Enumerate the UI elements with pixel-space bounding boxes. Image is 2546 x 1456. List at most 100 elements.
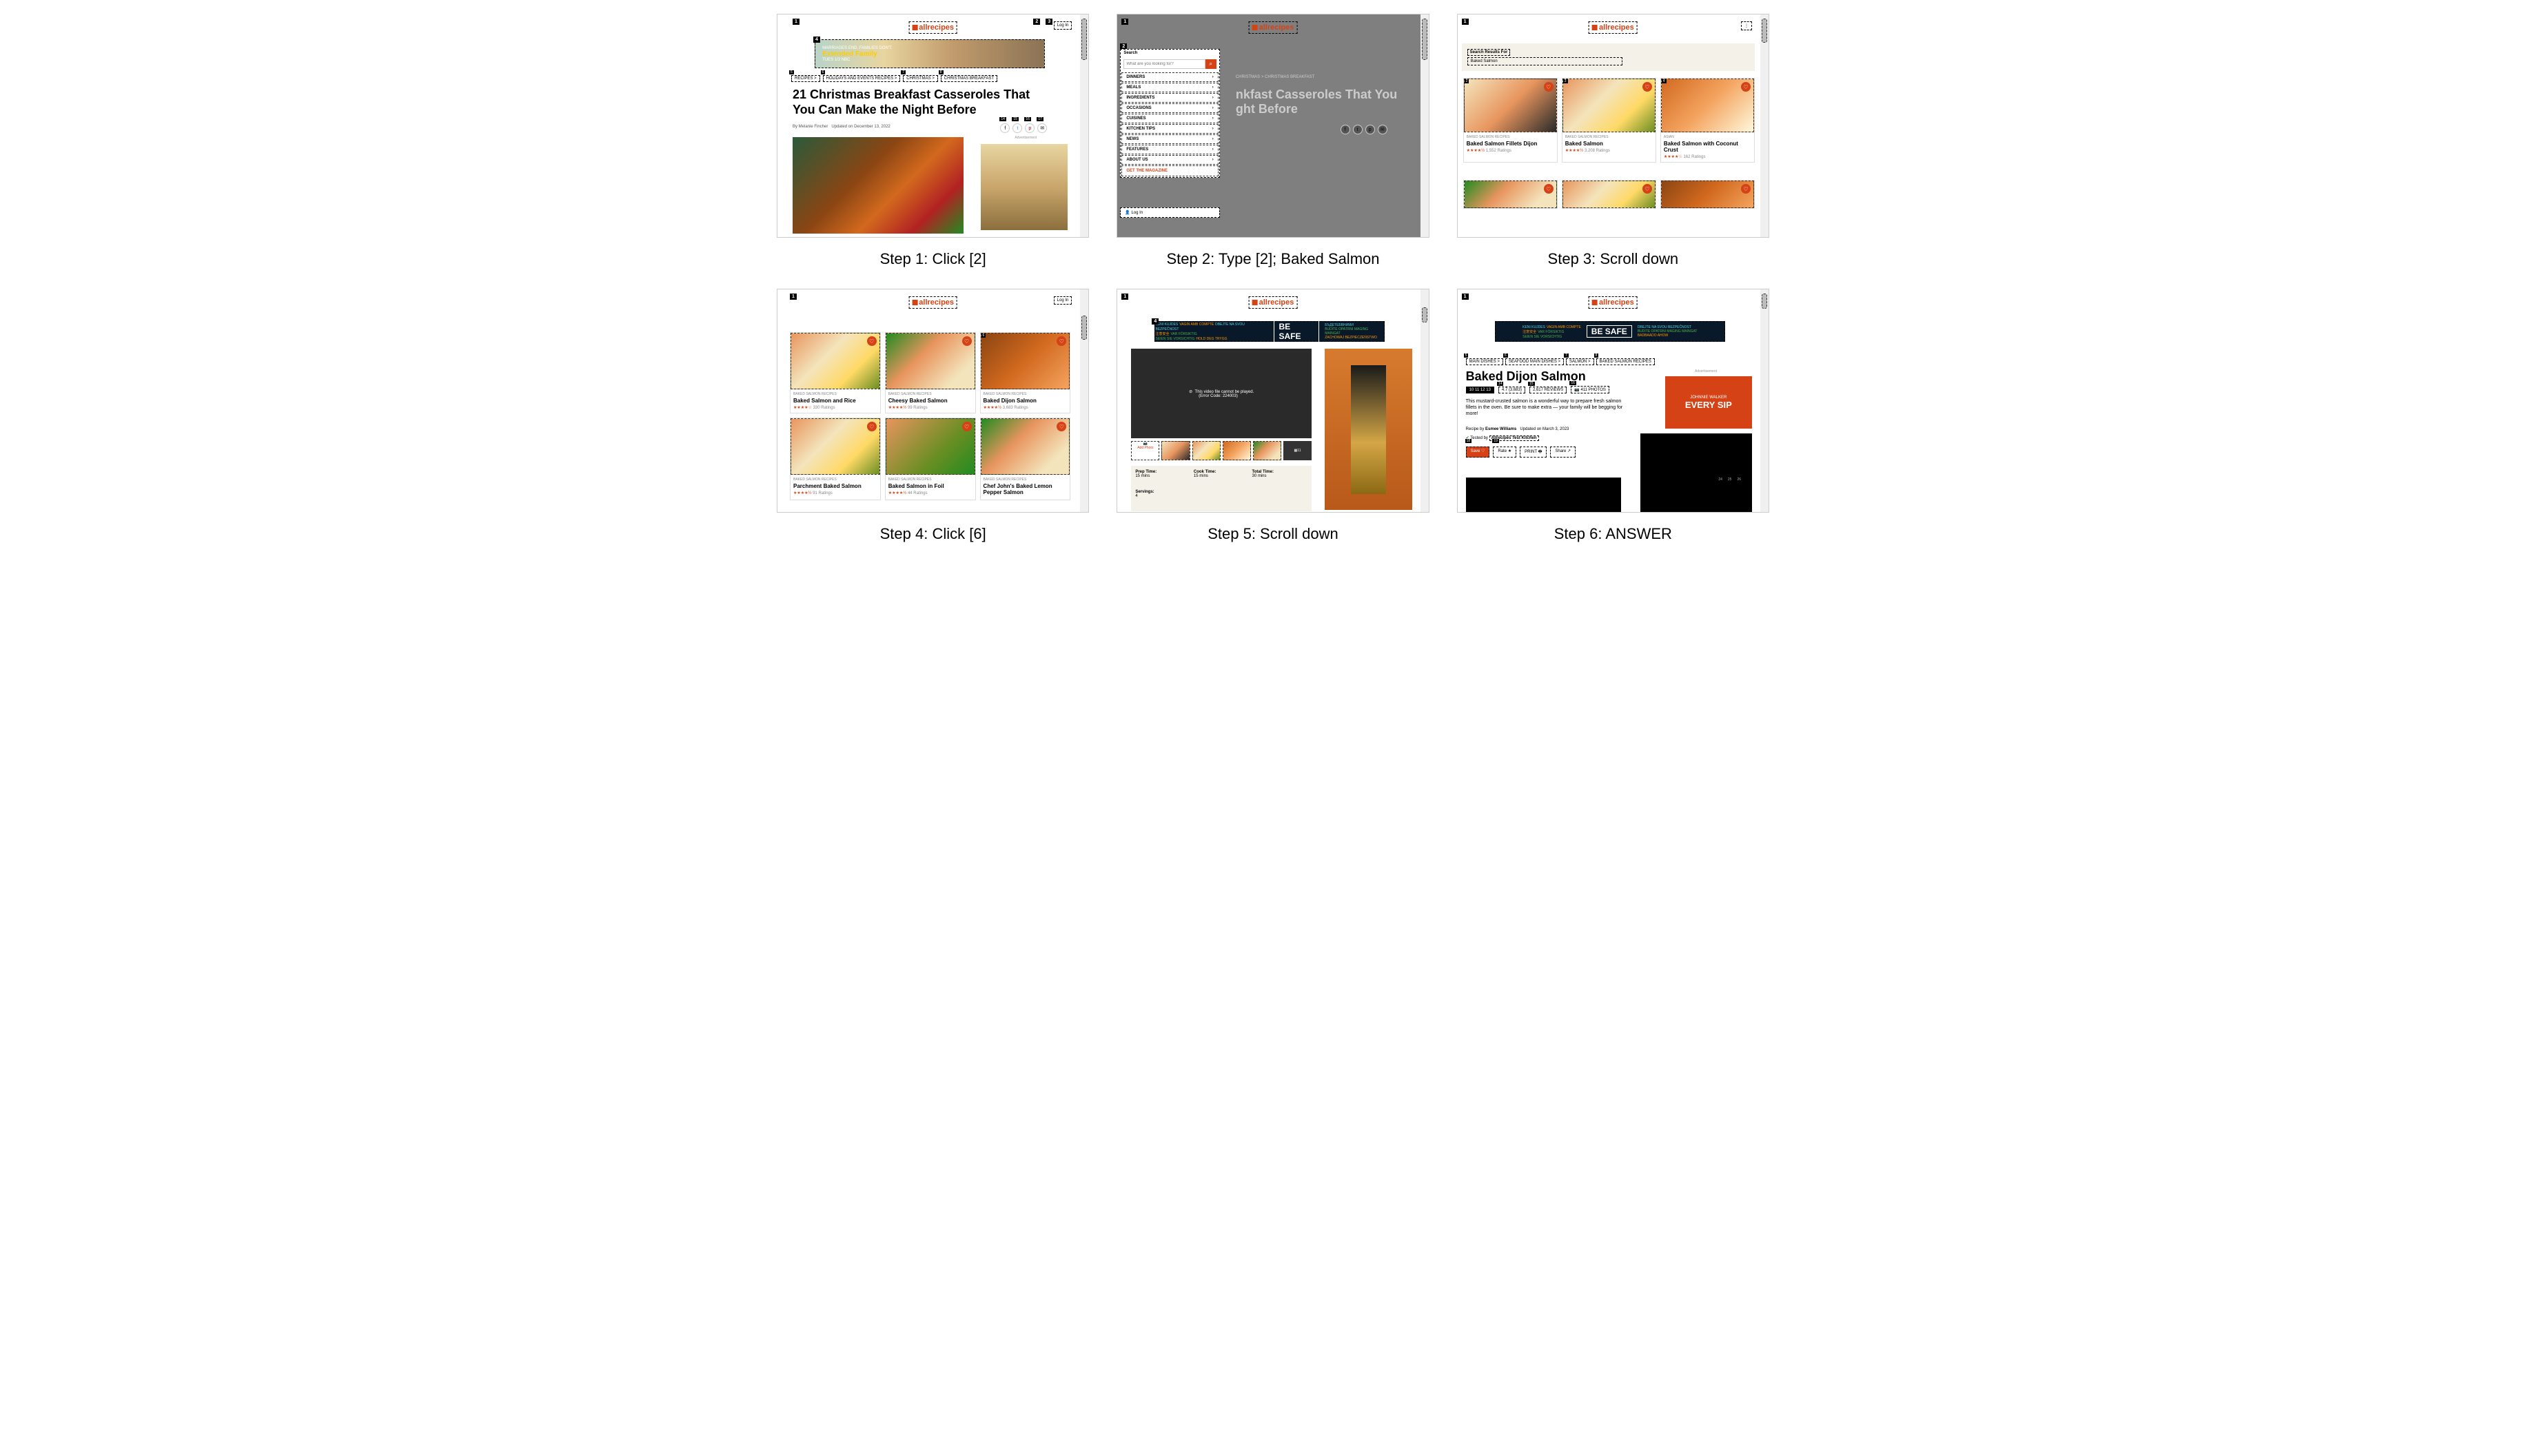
recipe-card[interactable]: 6♡BAKED SALMON RECIPESBaked Dijon Salmon…: [980, 332, 1071, 413]
card-partial[interactable]: ♡: [1562, 180, 1656, 209]
jw-ad[interactable]: [1325, 349, 1412, 510]
heart-icon[interactable]: ♡: [1057, 422, 1066, 431]
tag-1: 1: [790, 294, 797, 300]
crumb-holidays[interactable]: 6HOLIDAYS AND EVENTS RECIPES >: [823, 75, 901, 82]
heart-icon[interactable]: ♡: [1544, 184, 1554, 194]
recipe-card[interactable]: ♡BAKED SALMON RECIPESBaked Salmon in Foi…: [885, 418, 976, 500]
results-row2: ♡ ♡ ♡: [1463, 180, 1755, 209]
steps-grid: 1 allrecipes 2 Log In 3 MARRIAGES END. F…: [777, 14, 1769, 543]
allrecipes-logo[interactable]: allrecipes: [1249, 21, 1298, 34]
thumb-count[interactable]: ▦ 11: [1283, 441, 1312, 460]
heart-icon[interactable]: ♡: [867, 422, 877, 431]
tag-1: 1: [1121, 19, 1128, 25]
recipe-card[interactable]: 3♡BAKED SALMON RECIPESBaked Salmon★★★★½ …: [1562, 78, 1656, 163]
menu-item-ingredients[interactable]: INGREDIENTS›: [1121, 93, 1218, 103]
share-pin[interactable]: 16p: [1025, 123, 1035, 133]
menu-cta[interactable]: GET THE MAGAZINE: [1121, 165, 1218, 176]
heart-icon[interactable]: ♡: [1057, 336, 1066, 346]
reviews-count[interactable]: 152,617 REVIEWS: [1529, 387, 1567, 393]
crumb-main[interactable]: 5MAIN DISHES >: [1466, 358, 1503, 365]
safe-banner[interactable]: KENI KUJDES VAGIN AMB COMPTE DBEJTE NA S…: [1154, 321, 1385, 342]
allrecipes-logo[interactable]: allrecipes: [1589, 21, 1638, 34]
step-1-panel: 1 allrecipes 2 Log In 3 MARRIAGES END. F…: [777, 14, 1089, 238]
scrollbar[interactable]: [1420, 14, 1429, 237]
search-input[interactable]: [1123, 59, 1205, 69]
scrollbar[interactable]: [1760, 14, 1769, 237]
recipe-card[interactable]: ♡BAKED SALMON RECIPESChef John's Baked L…: [980, 418, 1071, 500]
thumb[interactable]: [1161, 441, 1190, 460]
heart-icon[interactable]: ♡: [962, 336, 972, 346]
tag-2: 2: [1033, 19, 1040, 25]
stars-box[interactable]: 10 11 12 13: [1466, 387, 1494, 393]
safe-banner[interactable]: KENI KUJDES VAGIN AMB COMPTE 注意安全 VAR FÖ…: [1495, 321, 1725, 342]
menu-item-about-us[interactable]: ABOUT US›: [1121, 155, 1218, 165]
heart-icon[interactable]: ♡: [962, 422, 972, 431]
login-box[interactable]: 👤 Log In: [1120, 207, 1219, 218]
tag-4: 4: [1152, 318, 1159, 325]
ad-line1: MARRIAGES END. FAMILIES DON'T.: [822, 46, 893, 50]
save-button[interactable]: 18Save ♡: [1466, 447, 1490, 458]
tag-1: 1: [1462, 19, 1469, 25]
crumb-baked[interactable]: 8BAKED SALMON RECIPES: [1596, 358, 1655, 365]
print-button[interactable]: PRINT 🖶: [1520, 447, 1547, 458]
allrecipes-logo[interactable]: allrecipes: [908, 21, 957, 34]
add-photo-button[interactable]: 📷Add Photo: [1131, 441, 1159, 460]
step-5-caption: Step 5: Scroll down: [1208, 525, 1338, 543]
menu-item-meals[interactable]: MEALS›: [1121, 83, 1218, 92]
step-4-panel: 1 allrecipes Log In ♡BAKED SALMON RECIPE…: [777, 289, 1089, 513]
heart-icon[interactable]: ♡: [1741, 82, 1751, 92]
thumb[interactable]: [1253, 441, 1281, 460]
login-button[interactable]: ⋮: [1741, 21, 1752, 30]
recipe-card[interactable]: 2♡BAKED SALMON RECIPESBaked Salmon Fille…: [1463, 78, 1558, 163]
scrollbar[interactable]: [1080, 289, 1088, 512]
bg-title: nkfast Casseroles That You ght Before: [1236, 88, 1401, 116]
allrecipes-logo[interactable]: allrecipes: [908, 296, 957, 309]
article-title: 21 Christmas Breakfast Casseroles That Y…: [793, 88, 1033, 117]
photos-count[interactable]: 16📷 411 PHOTOS: [1571, 386, 1609, 393]
search-label: Search: [1121, 50, 1219, 57]
heart-icon[interactable]: ♡: [1544, 82, 1554, 92]
video-player[interactable]: ⊘ This video file cannot be played. (Err…: [1131, 349, 1312, 438]
thumb[interactable]: [1192, 441, 1221, 460]
share-fb[interactable]: 14f: [1000, 123, 1010, 133]
menu-item-cuisines[interactable]: CUISINES›: [1121, 114, 1218, 123]
heart-icon[interactable]: ♡: [1642, 82, 1652, 92]
share-button[interactable]: Share ↗: [1550, 447, 1576, 458]
menu-item-dinners[interactable]: DINNERS›: [1121, 72, 1218, 82]
recipe-card[interactable]: ♡BAKED SALMON RECIPESBaked Salmon and Ri…: [790, 332, 881, 413]
crumb-recipes[interactable]: 5RECIPES >: [791, 75, 820, 82]
menu-item-occasions[interactable]: OCCASIONS›: [1121, 103, 1218, 113]
heart-icon[interactable]: ♡: [867, 336, 877, 346]
heart-icon[interactable]: ♡: [1741, 184, 1751, 194]
scrollbar[interactable]: [1420, 289, 1429, 512]
crumb-christmas[interactable]: 7CHRISTMAS >: [903, 75, 938, 82]
recipe-card[interactable]: ♡BAKED SALMON RECIPESParchment Baked Sal…: [790, 418, 881, 500]
crumb-breakfast[interactable]: 8CHRISTMAS BREAKFAST: [941, 75, 997, 82]
recipe-card[interactable]: 4♡ASIANBaked Salmon with Coconut Crust★★…: [1660, 78, 1755, 163]
menu-item-features[interactable]: FEATURES›: [1121, 145, 1218, 154]
share-tw[interactable]: 15t: [1012, 123, 1022, 133]
login-button[interactable]: Log In: [1054, 21, 1072, 30]
ad-line2: Extended Family: [822, 50, 893, 58]
share-mail[interactable]: 17✉: [1037, 123, 1047, 133]
crumb-seafood[interactable]: 6SEAFOOD MAIN DISHES >: [1505, 358, 1564, 365]
scrollbar[interactable]: [1760, 289, 1769, 512]
allrecipes-logo[interactable]: allrecipes: [1589, 296, 1638, 309]
login-button[interactable]: Log In: [1054, 296, 1072, 305]
search-button[interactable]: ⌕: [1205, 59, 1216, 69]
ad-banner[interactable]: MARRIAGES END. FAMILIES DON'T. Extended …: [815, 39, 1045, 68]
card-partial[interactable]: ♡: [1463, 180, 1558, 209]
menu-item-kitchen-tips[interactable]: KITCHEN TIPS›: [1121, 124, 1218, 134]
tested-by: ✔ Tested by Allrecipes Test Kitchen: [1466, 435, 1539, 440]
heart-icon[interactable]: ♡: [1642, 184, 1652, 194]
rate-button[interactable]: 19Rate ★: [1493, 447, 1516, 458]
allrecipes-logo[interactable]: allrecipes: [1249, 296, 1298, 309]
side-ad[interactable]: [981, 144, 1068, 230]
jw-ad[interactable]: JOHNNIE WALKER EVERY SIP: [1665, 376, 1752, 429]
menu-item-news[interactable]: NEWS›: [1121, 134, 1218, 144]
thumb[interactable]: [1223, 441, 1251, 460]
scrollbar[interactable]: [1080, 14, 1088, 237]
recipe-card[interactable]: ♡BAKED SALMON RECIPESCheesy Baked Salmon…: [885, 332, 976, 413]
card-partial[interactable]: ♡: [1660, 180, 1755, 209]
crumb-salmon[interactable]: 7SALMON >: [1566, 358, 1594, 365]
